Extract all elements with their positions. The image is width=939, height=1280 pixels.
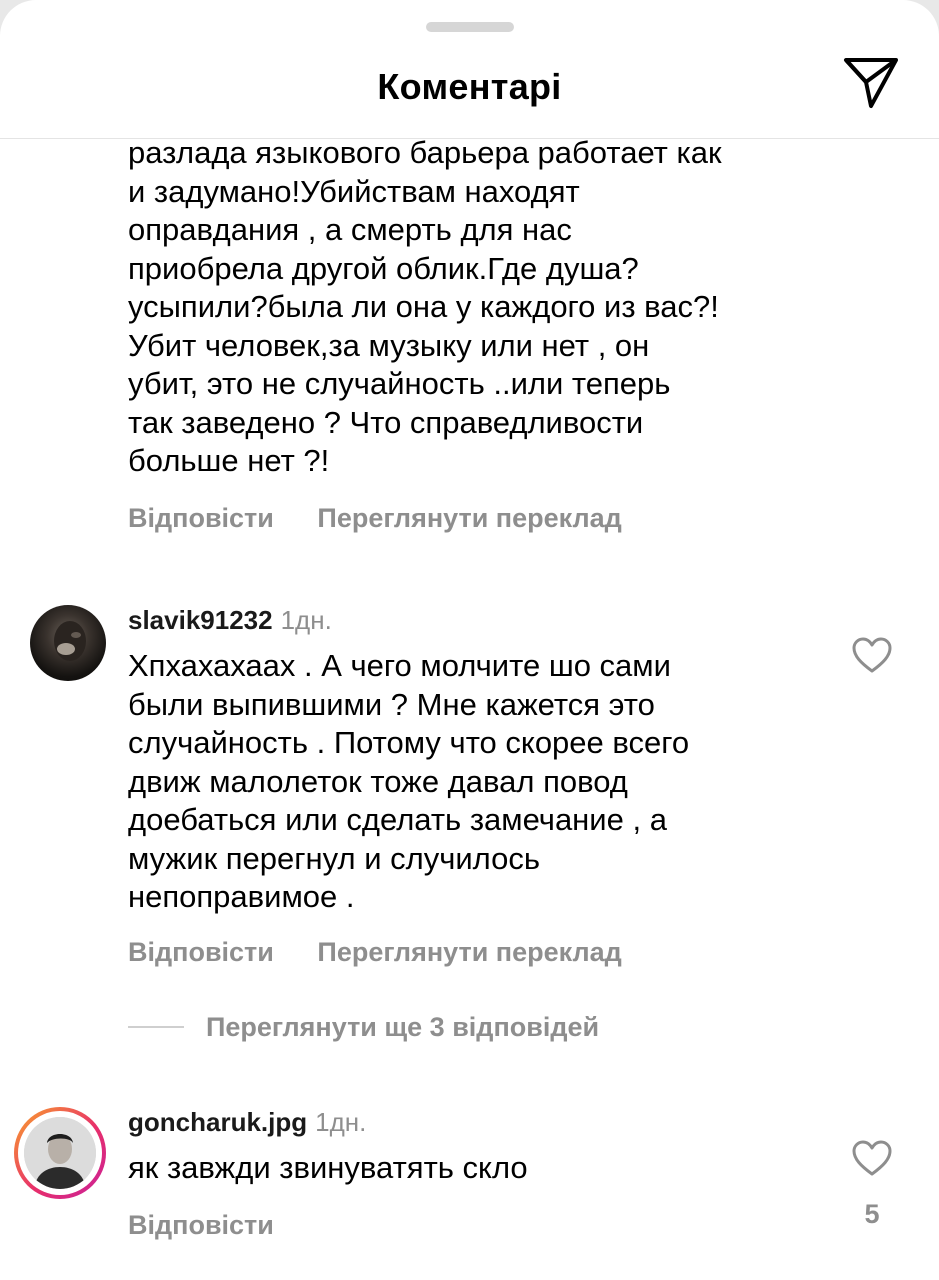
comment-time: 1дн. [315, 1107, 367, 1137]
comment-username[interactable]: goncharuk.jpg 1дн. [128, 1107, 366, 1138]
heart-icon[interactable] [851, 636, 893, 674]
username-label[interactable]: slavik91232 [128, 605, 273, 635]
like-count: 5 [864, 1199, 880, 1229]
comment-actions: Відповісти Переглянути переклад [128, 937, 658, 968]
view-translation-button[interactable]: Переглянути переклад [317, 503, 621, 533]
replies-divider [128, 1026, 184, 1028]
comment-text: як завжди звинуватять скло [128, 1150, 528, 1185]
comment-username[interactable]: slavik91232 1дн. [128, 605, 332, 636]
comment-time: 1дн. [280, 605, 332, 635]
avatar [24, 1117, 96, 1189]
username-label[interactable]: goncharuk.jpg [128, 1107, 307, 1137]
header: Коментарі [0, 40, 939, 139]
avatar[interactable] [30, 605, 106, 681]
comment-actions: Відповісти Переглянути переклад [128, 503, 658, 534]
view-translation-button[interactable]: Переглянути переклад [317, 937, 621, 967]
comment-text: разлада языкового барьера работает как и… [128, 139, 722, 478]
avatar-photo [24, 1117, 96, 1189]
heart-icon[interactable] [851, 1139, 893, 1177]
avatar-story-ring[interactable] [14, 1107, 106, 1199]
page-title: Коментарі [377, 66, 562, 107]
comments-sheet: Коментарі разлада языкового барьера рабо… [0, 0, 939, 1280]
comment-text: Хпхахахаах . А чего молчите шо сами были… [128, 648, 690, 914]
paper-plane-icon[interactable] [842, 56, 900, 110]
comments-list[interactable]: разлада языкового барьера работает как и… [0, 139, 939, 1280]
drag-handle[interactable] [426, 22, 514, 32]
reply-button[interactable]: Відповісти [128, 1210, 274, 1240]
view-more-replies-button[interactable]: Переглянути ще 3 відповідей [206, 1012, 599, 1043]
comment-actions: Відповісти [128, 1210, 310, 1241]
reply-button[interactable]: Відповісти [128, 937, 274, 967]
reply-button[interactable]: Відповісти [128, 503, 274, 533]
avatar-photo [54, 621, 86, 661]
